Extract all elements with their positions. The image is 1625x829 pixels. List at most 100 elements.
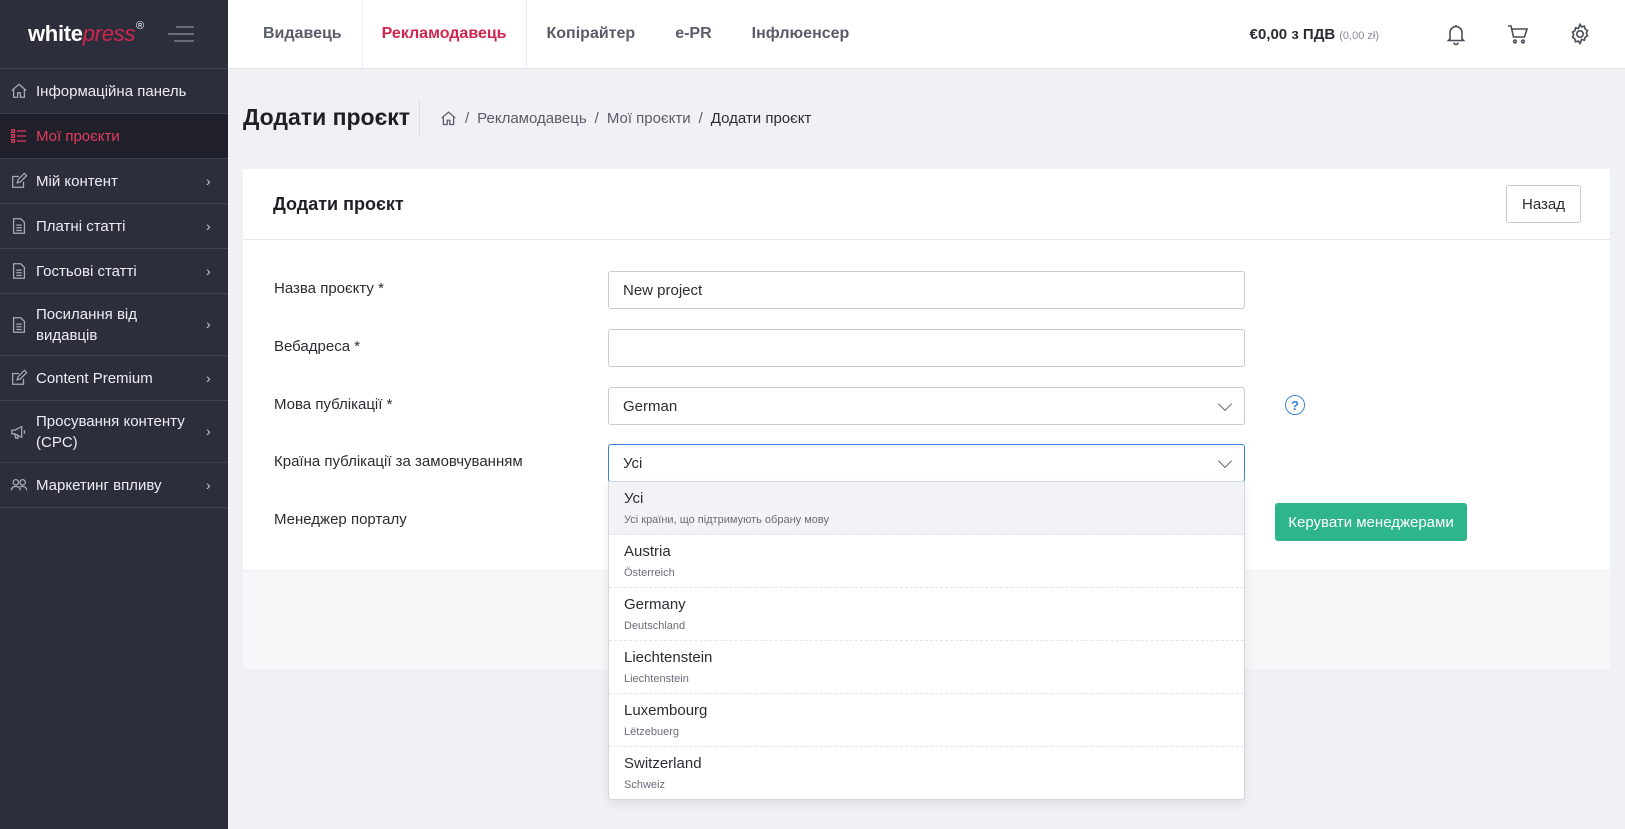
balance[interactable]: €0,00 з ПДВ (0,00 zł) [1250, 26, 1379, 43]
logo-press: press [82, 21, 136, 46]
tab-copywriter[interactable]: Копірайтер [527, 0, 656, 68]
list-icon [9, 126, 29, 146]
chevron-right-icon: › [206, 369, 211, 386]
balance-sub: (0,00 zł) [1339, 29, 1379, 42]
manager-label: Менеджер порталу [274, 511, 407, 528]
sidebar-item-my-projects[interactable]: Мої проєкти [0, 114, 228, 159]
manage-managers-button[interactable]: Керувати менеджерами [1275, 503, 1467, 541]
sidebar-item-guest-articles[interactable]: Гостьові статті › [0, 249, 228, 294]
sidebar-item-my-content[interactable]: Мій контент › [0, 159, 228, 204]
sidebar-item-label: Content Premium [36, 369, 153, 387]
option-native-name: Усі країни, що підтримують обрану мову [624, 514, 829, 526]
card-title: Додати проєкт [273, 193, 404, 214]
gear-icon[interactable] [1567, 21, 1593, 47]
option-label: Switzerland [624, 755, 702, 772]
breadcrumb-current: Додати проєкт [710, 110, 812, 127]
menu-toggle-icon[interactable] [168, 26, 195, 42]
country-option-germany[interactable]: Germany Deutschland [609, 588, 1244, 641]
option-native-name: Liechtenstein [624, 673, 689, 685]
chevron-right-icon: › [206, 476, 211, 493]
project-name-input[interactable]: New project [608, 271, 1245, 309]
chevron-down-icon [1217, 396, 1233, 411]
sidebar-item-publisher-links[interactable]: Посилання від видавців › [0, 294, 228, 356]
logo-bar: white press ® [0, 0, 228, 69]
breadcrumb-separator: / [594, 110, 599, 127]
option-label: Austria [624, 543, 671, 560]
country-value: Усі [623, 454, 643, 472]
option-label: Усі [624, 490, 644, 507]
sidebar-item-content-premium[interactable]: Content Premium › [0, 356, 228, 401]
language-select[interactable]: German [608, 387, 1245, 425]
top-right-tools: €0,00 з ПДВ (0,00 zł) [1250, 0, 1625, 68]
cart-icon[interactable] [1505, 21, 1531, 47]
language-label: Мова публікації * [274, 396, 393, 413]
tab-influencer[interactable]: Інфлюенсер [732, 0, 870, 68]
document-icon [9, 216, 29, 236]
sidebar-item-label: Маркетинг впливу [36, 476, 162, 494]
chevron-right-icon: › [206, 172, 211, 189]
sidebar: white press ® Інформаційна панель Мої проє… [0, 0, 228, 829]
option-native-name: Deutschland [624, 620, 686, 632]
sidebar-item-label: Платні статті [36, 217, 126, 235]
country-option-switzerland[interactable]: Switzerland Schweiz [609, 747, 1244, 799]
chevron-right-icon: › [206, 423, 211, 439]
top-bar: Видавець Рекламодавець Копірайтер e-PR І… [228, 0, 1625, 69]
home-icon[interactable] [440, 110, 457, 127]
option-label: Germany [624, 596, 686, 613]
project-name-label: Назва проєкту * [274, 280, 384, 297]
sidebar-item-paid-articles[interactable]: Платні статті › [0, 204, 228, 249]
country-option-liechtenstein[interactable]: Liechtenstein Liechtenstein [609, 641, 1244, 694]
tab-advertiser[interactable]: Рекламодавець [361, 0, 527, 68]
edit-icon [9, 171, 29, 191]
chevron-right-icon: › [206, 262, 211, 279]
country-select[interactable]: Усі [608, 444, 1245, 482]
sidebar-item-label: Мій контент [36, 172, 118, 190]
url-input[interactable] [608, 329, 1245, 367]
country-option-luxembourg[interactable]: Luxembourg Lëtzebuerg [609, 694, 1244, 747]
option-native-name: Schweiz [624, 779, 665, 791]
breadcrumb-my-projects[interactable]: Мої проєкти [607, 110, 691, 127]
breadcrumb: / Рекламодавець / Мої проєкти / Додати п… [440, 110, 811, 127]
sidebar-item-influencer-marketing[interactable]: Маркетинг впливу › [0, 463, 228, 508]
sidebar-item-dashboard[interactable]: Інформаційна панель [0, 69, 228, 114]
language-value: German [623, 397, 678, 415]
breadcrumb-separator: / [698, 110, 703, 127]
option-label: Luxembourg [624, 702, 708, 719]
chevron-right-icon: › [206, 217, 211, 234]
header-divider [419, 99, 420, 137]
megaphone-icon [9, 422, 29, 442]
logo-white: white [28, 21, 83, 46]
users-icon [9, 475, 29, 495]
country-option-all[interactable]: Усі Усі країни, що підтримують обрану мо… [609, 482, 1244, 535]
tab-publisher[interactable]: Видавець [228, 0, 362, 68]
breadcrumb-separator: / [465, 110, 470, 127]
sidebar-item-label: Інформаційна панель [36, 82, 187, 100]
balance-value: €0,00 з ПДВ [1249, 25, 1336, 43]
sidebar-item-label: Посилання від видавців [36, 305, 138, 344]
sidebar-item-label: Просування контенту (CPC) [36, 412, 185, 451]
home-icon [9, 81, 29, 101]
option-native-name: Österreich [624, 567, 675, 579]
project-name-value: New project [623, 281, 703, 299]
document-icon [9, 315, 29, 335]
country-option-austria[interactable]: Austria Österreich [609, 535, 1244, 588]
url-label: Вебадреса * [274, 338, 361, 355]
sidebar-item-label: Гостьові статті [36, 262, 137, 280]
chevron-down-icon [1217, 453, 1233, 468]
logo-registered: ® [136, 20, 145, 32]
help-icon[interactable]: ? [1285, 395, 1305, 415]
tab-epr[interactable]: e-PR [655, 0, 731, 68]
sidebar-item-label: Мої проєкти [36, 127, 120, 145]
bell-icon[interactable] [1443, 21, 1469, 47]
back-button[interactable]: Назад [1506, 185, 1581, 223]
edit-icon [9, 368, 29, 388]
sidebar-item-content-promotion[interactable]: Просування контенту (CPC) › [0, 401, 228, 463]
option-label: Liechtenstein [624, 649, 713, 666]
page-title: Додати проєкт [243, 104, 411, 130]
country-dropdown: Усі Усі країни, що підтримують обрану мо… [608, 481, 1245, 800]
chevron-right-icon: › [206, 316, 211, 332]
card-header: Додати проєкт Назад [243, 169, 1610, 240]
document-icon [9, 261, 29, 281]
country-label: Країна публікації за замовчуванням [274, 453, 523, 470]
breadcrumb-advertiser[interactable]: Рекламодавець [477, 110, 586, 127]
